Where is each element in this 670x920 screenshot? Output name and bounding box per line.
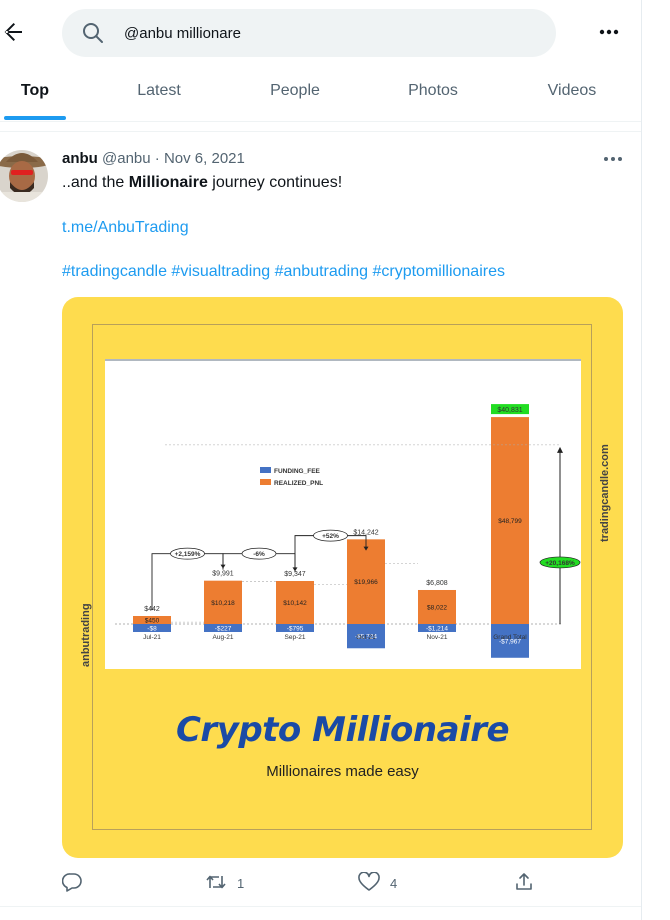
tweet-link[interactable]: t.me/AnbuTrading <box>62 219 189 237</box>
realized-label: $19,966 <box>354 579 378 586</box>
x-tick-label: Grand Total <box>493 634 527 641</box>
search-input[interactable] <box>124 21 524 45</box>
heart-icon <box>358 872 380 891</box>
search-icon <box>83 23 103 43</box>
back-arrow-icon[interactable] <box>0 20 24 44</box>
tab-people[interactable]: People <box>255 65 335 121</box>
scrollbar[interactable] <box>642 0 670 920</box>
reply-icon <box>62 873 82 892</box>
retweet-count: 1 <box>237 876 245 891</box>
share-icon <box>516 873 532 890</box>
total-label: $40,831 <box>497 407 522 414</box>
tweet-text-pre: ..and the <box>62 174 129 191</box>
x-tick-label: Sep-21 <box>285 634 306 641</box>
funding-label: -$1,214 <box>426 626 448 633</box>
tab-latest[interactable]: Latest <box>120 65 198 121</box>
avatar[interactable] <box>0 148 48 202</box>
realized-label: $8,022 <box>427 604 447 611</box>
author-handle[interactable]: @anbu <box>102 150 151 167</box>
tab-photos[interactable]: Photos <box>393 65 473 121</box>
legend-swatch-funding <box>260 467 271 473</box>
legend-label-realized: REALIZED_PNL <box>274 480 323 487</box>
brand-title: Crypto Millionaire <box>175 710 510 750</box>
tweet-date[interactable]: Nov 6, 2021 <box>164 150 245 167</box>
hashtag-list: #tradingcandle #visualtrading #anbutradi… <box>62 263 505 281</box>
chart-card: FUNDING_FEE REALIZED_PNL -$8 $450 $442 Jul-21… <box>105 359 581 669</box>
hashtag[interactable]: #visualtrading <box>171 263 270 280</box>
hashtag[interactable]: #tradingcandle <box>62 263 167 280</box>
tweet-header: anbu @anbu · Nov 6, 2021 <box>62 150 245 167</box>
retweet-icon <box>206 875 226 889</box>
waterfall-chart: FUNDING_FEEREALIZED_PNL-$8$450$442Jul-21… <box>115 404 581 658</box>
funding-label: -$795 <box>287 626 304 633</box>
hashtag[interactable]: #anbutrading <box>275 263 368 280</box>
like-count: 4 <box>390 876 398 891</box>
realized-label: $450 <box>145 618 160 625</box>
side-label-right: tradingcandle.com <box>599 444 611 542</box>
tweet-divider <box>0 906 641 907</box>
author-name[interactable]: anbu <box>62 150 98 167</box>
realized-label: $10,218 <box>211 600 235 607</box>
side-label-left: anbutrading <box>80 603 92 667</box>
funding-label: -$227 <box>215 626 232 633</box>
realized-label: $10,142 <box>283 600 307 607</box>
search-tabs: Top Latest People Photos Videos <box>0 65 641 122</box>
x-tick-label: Oct-21 <box>356 634 376 641</box>
hashtag[interactable]: #cryptomillionaires <box>372 263 505 280</box>
tweet-text-post: journey continues! <box>207 174 343 191</box>
search-bar[interactable] <box>62 9 556 57</box>
more-options-icon[interactable] <box>596 21 622 43</box>
header-separator: · <box>154 150 160 167</box>
tweet-more-icon[interactable] <box>600 150 626 168</box>
tab-top[interactable]: Top <box>0 65 70 121</box>
tab-divider <box>0 131 641 132</box>
legend-label-funding: FUNDING_FEE <box>274 468 321 475</box>
chart-top-border <box>105 359 581 361</box>
tweet-actions: 1 4 <box>62 870 542 896</box>
x-tick-label: Nov-21 <box>427 634 448 641</box>
x-tick-label: Aug-21 <box>213 634 234 641</box>
main-column: Top Latest People Photos Videos anbu @an… <box>0 0 641 920</box>
brand-tagline: Millionaires made easy <box>266 763 419 780</box>
total-growth-label: +20,168% <box>545 560 575 567</box>
growth-label: +52% <box>322 533 339 540</box>
tweet-media-image[interactable]: FUNDING_FEE REALIZED_PNL -$8 $450 $442 Jul-21… <box>62 297 623 858</box>
tweet-text-bold: Millionaire <box>128 174 208 191</box>
legend-swatch-realized <box>260 479 271 485</box>
x-tick-label: Jul-21 <box>143 634 161 641</box>
tweet-text: ..and the Millionaire journey continues! <box>62 174 342 192</box>
growth-label: -6% <box>253 551 265 558</box>
total-growth-arrowhead <box>557 446 563 453</box>
funding-label: -$8 <box>147 626 157 633</box>
total-label: $9,991 <box>212 571 234 578</box>
tab-videos[interactable]: Videos <box>532 65 612 121</box>
realized-label: $48,799 <box>498 518 522 525</box>
growth-label: +2,159% <box>175 551 201 558</box>
active-tab-indicator <box>4 116 66 120</box>
total-label: $6,808 <box>426 580 448 587</box>
